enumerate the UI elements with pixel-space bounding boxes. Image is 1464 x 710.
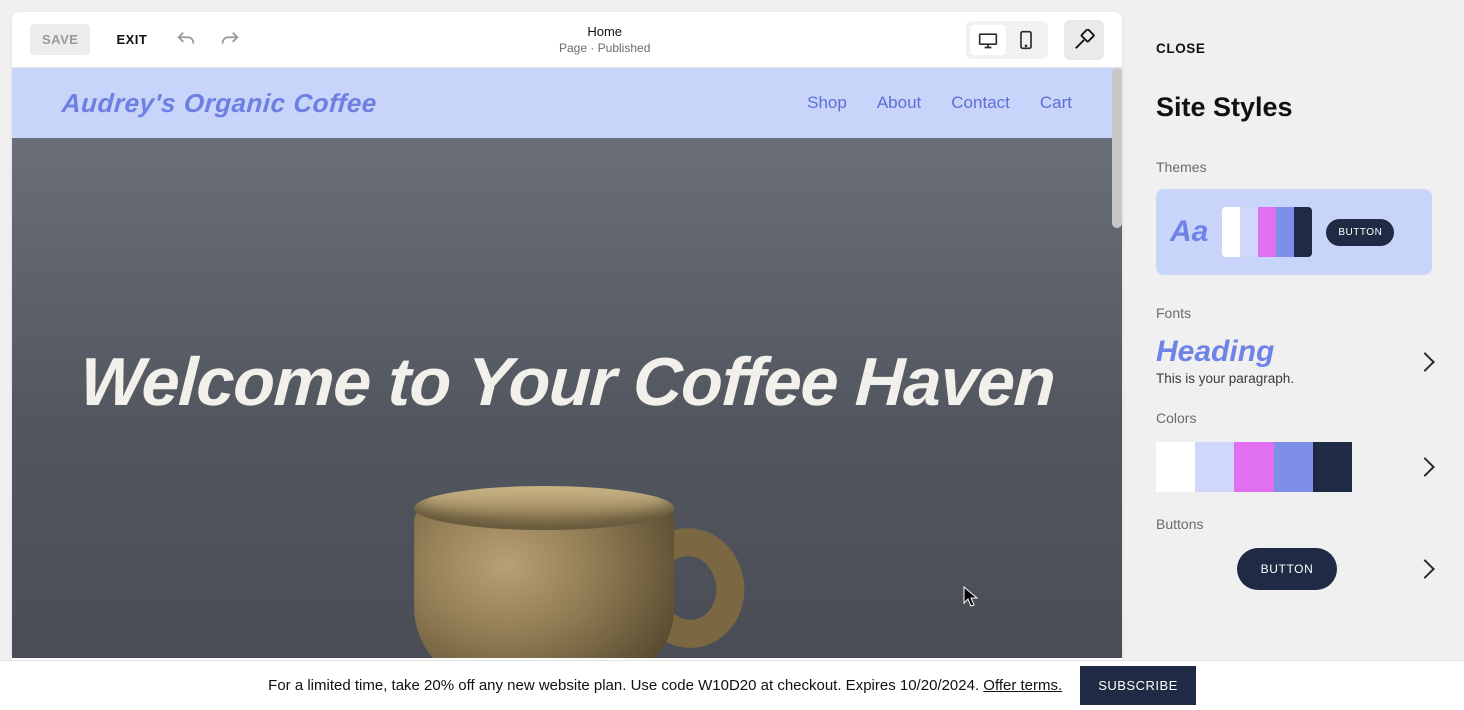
- save-button: SAVE: [30, 24, 90, 55]
- nav-contact[interactable]: Contact: [951, 93, 1010, 113]
- themes-label: Themes: [1156, 159, 1432, 175]
- mobile-view-button[interactable]: [1008, 25, 1044, 55]
- editor-toolbar: SAVE EXIT Home Page · Published: [12, 12, 1122, 68]
- fonts-paragraph-sample: This is your paragraph.: [1156, 371, 1294, 386]
- panel-title: Site Styles: [1156, 92, 1432, 123]
- page-title: Home: [243, 24, 966, 39]
- swatch: [1240, 207, 1258, 257]
- offer-terms-link[interactable]: Offer terms.: [983, 677, 1062, 694]
- redo-icon[interactable]: [217, 27, 243, 53]
- site-styles-panel: CLOSE Site Styles Themes Aa BUTTON Fonts…: [1122, 12, 1464, 660]
- page-status: Page · Published: [243, 41, 966, 55]
- swatch: [1156, 442, 1195, 492]
- site-brand[interactable]: Audrey's Organic Coffee: [61, 88, 378, 119]
- site-header: Audrey's Organic Coffee Shop About Conta…: [12, 68, 1122, 138]
- buttons-label: Buttons: [1156, 516, 1432, 532]
- chevron-right-icon: [1415, 352, 1435, 372]
- swatch: [1195, 442, 1234, 492]
- canvas-scrollbar[interactable]: [1112, 68, 1122, 228]
- nav-shop[interactable]: Shop: [807, 93, 847, 113]
- theme-button-sample: BUTTON: [1326, 219, 1394, 246]
- promo-text: For a limited time, take 20% off any new…: [268, 677, 983, 694]
- fonts-heading-sample: Heading: [1156, 337, 1294, 367]
- theme-swatches: [1222, 207, 1312, 257]
- hero-section[interactable]: Welcome to Your Coffee Haven: [12, 138, 1122, 658]
- theme-card[interactable]: Aa BUTTON: [1156, 189, 1432, 275]
- theme-sample-text: Aa: [1170, 215, 1208, 249]
- nav-about[interactable]: About: [877, 93, 921, 113]
- subscribe-button[interactable]: SUBSCRIBE: [1080, 666, 1196, 705]
- close-panel-button[interactable]: CLOSE: [1156, 41, 1206, 56]
- swatch: [1234, 442, 1273, 492]
- fonts-label: Fonts: [1156, 305, 1432, 321]
- exit-button[interactable]: EXIT: [108, 26, 155, 53]
- device-toggle: [966, 21, 1048, 59]
- swatch: [1258, 207, 1276, 257]
- desktop-view-button[interactable]: [970, 25, 1006, 55]
- styles-icon[interactable]: [1064, 20, 1104, 60]
- nav-cart[interactable]: Cart: [1040, 93, 1072, 113]
- colors-row[interactable]: [1156, 440, 1432, 516]
- color-swatches: [1156, 442, 1352, 492]
- swatch: [1294, 207, 1312, 257]
- hero-title[interactable]: Welcome to Your Coffee Haven: [18, 348, 1116, 417]
- fonts-row[interactable]: Heading This is your paragraph.: [1156, 335, 1432, 410]
- editor-panel: SAVE EXIT Home Page · Published: [12, 12, 1122, 660]
- chevron-right-icon: [1415, 457, 1435, 477]
- swatch: [1222, 207, 1240, 257]
- chevron-right-icon: [1415, 559, 1435, 579]
- canvas[interactable]: Audrey's Organic Coffee Shop About Conta…: [12, 68, 1122, 660]
- buttons-row[interactable]: BUTTON: [1156, 546, 1432, 614]
- button-style-sample: BUTTON: [1237, 548, 1338, 590]
- promo-bar: For a limited time, take 20% off any new…: [0, 660, 1464, 710]
- hero-image: [394, 408, 754, 658]
- swatch: [1274, 442, 1313, 492]
- undo-icon[interactable]: [173, 27, 199, 53]
- colors-label: Colors: [1156, 410, 1432, 426]
- site-nav: Shop About Contact Cart: [807, 93, 1072, 113]
- swatch: [1276, 207, 1294, 257]
- swatch: [1313, 442, 1352, 492]
